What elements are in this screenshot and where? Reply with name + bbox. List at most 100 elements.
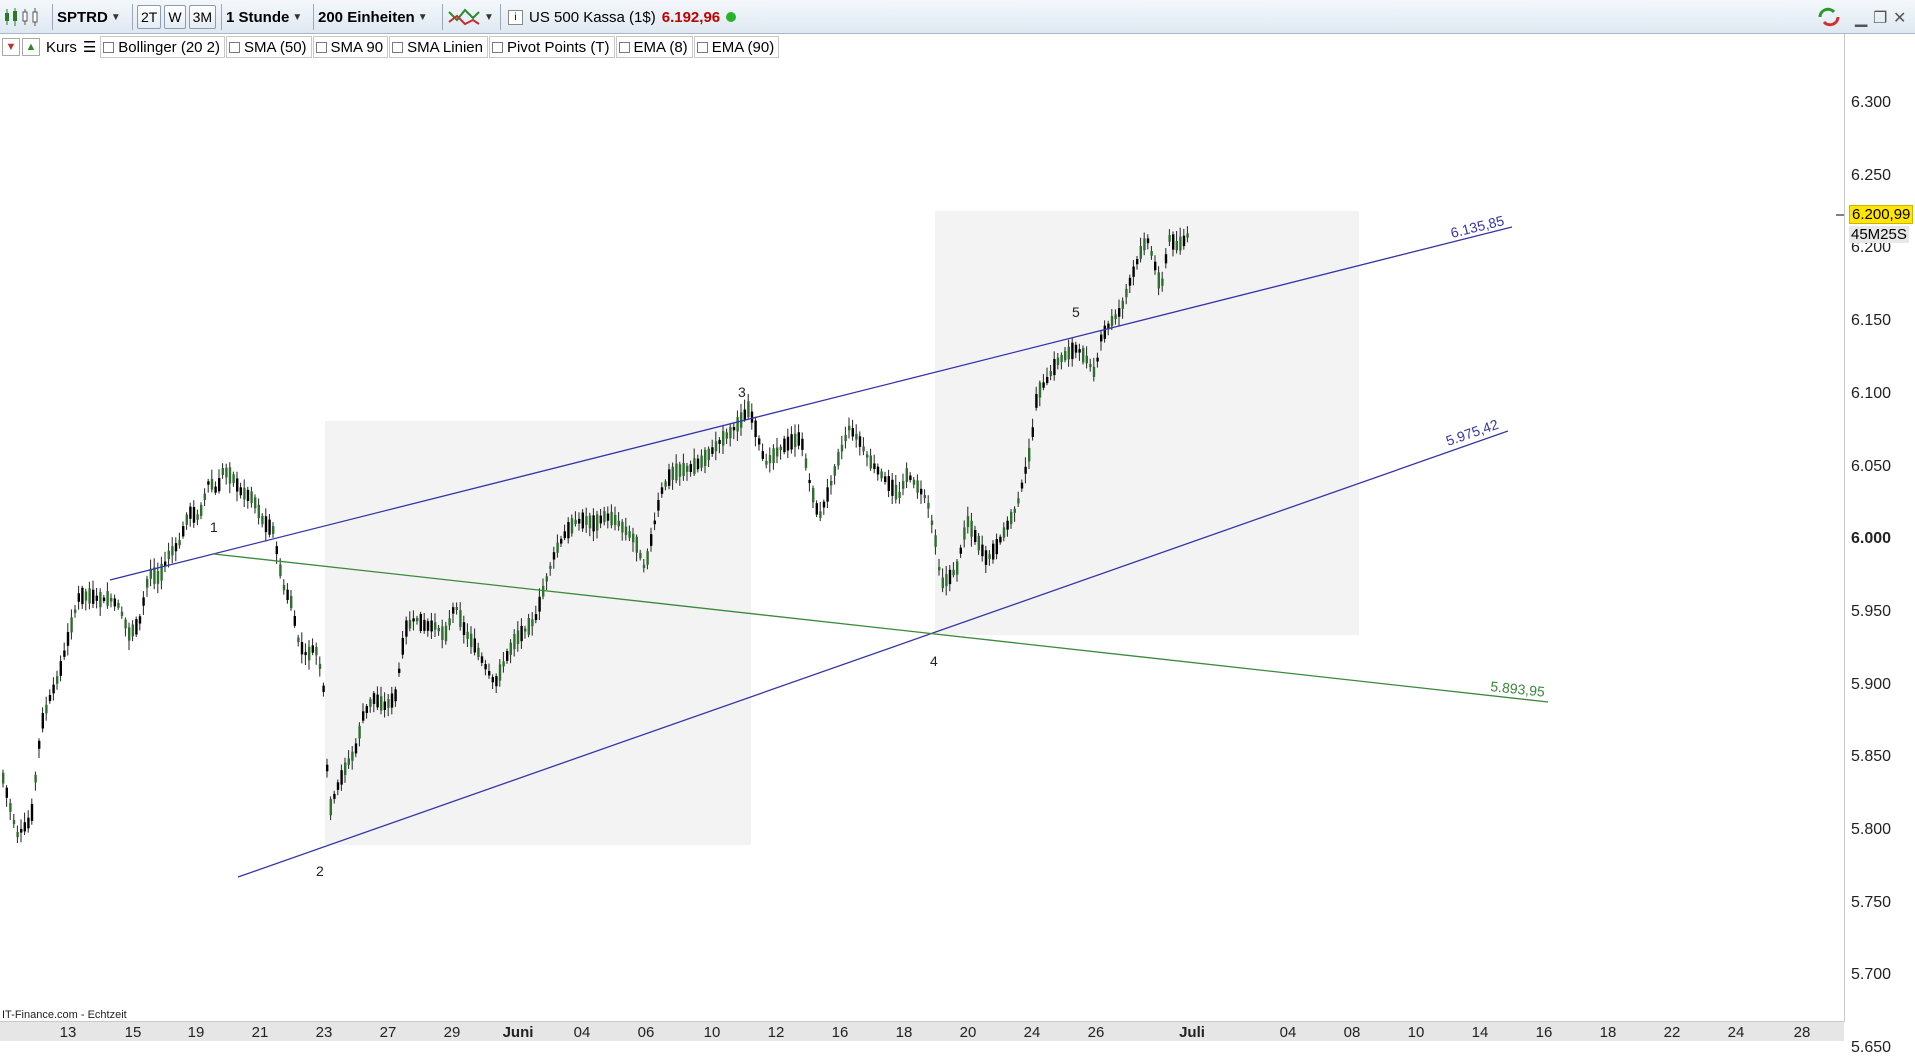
candle-body <box>466 631 469 639</box>
candle-body <box>88 588 91 604</box>
indicator-checkbox[interactable] <box>315 41 327 53</box>
arrow-down-icon[interactable]: ▼ <box>2 38 20 56</box>
candle-body <box>588 515 592 529</box>
candle-body <box>693 458 696 474</box>
candle-body <box>1082 348 1085 363</box>
candle-body <box>52 684 55 694</box>
candle-body <box>1121 300 1124 309</box>
candle-body <box>300 642 304 655</box>
time-tick-label: 19 <box>187 1024 205 1041</box>
candle-body <box>351 751 354 761</box>
indicator-checkbox[interactable] <box>491 41 503 53</box>
candle-body <box>934 535 937 547</box>
time-tick-label: 15 <box>124 1024 142 1041</box>
indicator-checkbox[interactable] <box>103 41 115 53</box>
chevron-down-icon: ▼ <box>292 11 303 23</box>
candle-body <box>1085 355 1088 364</box>
candle-body <box>387 699 390 708</box>
indicator-toggle[interactable]: Bollinger (20 2) <box>100 36 226 58</box>
candle-body <box>290 595 293 609</box>
indicator-toggle[interactable]: Pivot Points (T) <box>488 36 615 58</box>
candle-body <box>2 772 5 784</box>
indicator-checkbox[interactable] <box>696 41 708 53</box>
candle-body <box>189 506 192 519</box>
candle-body <box>38 740 41 749</box>
candlestick-icon[interactable] <box>3 5 41 29</box>
indicator-toggle[interactable]: EMA (8) <box>615 36 693 58</box>
arrow-up-icon[interactable]: ▲ <box>22 38 40 56</box>
candle-body <box>704 449 707 467</box>
candle-body <box>1132 266 1135 277</box>
indicator-checkbox[interactable] <box>229 41 241 53</box>
candle-body <box>952 569 955 576</box>
candle-body <box>56 676 59 684</box>
candle-body <box>74 609 77 613</box>
candle-body <box>700 455 703 468</box>
sync-icon[interactable] <box>1816 5 1842 34</box>
candle-body <box>966 516 970 528</box>
candle-body <box>257 504 260 519</box>
candle-body <box>556 542 559 553</box>
symbol-label: SPTRD <box>57 8 108 26</box>
indicator-toggle[interactable]: SMA 90 <box>312 36 389 58</box>
minimize-icon[interactable]: ▁ <box>1855 8 1867 28</box>
candle-body <box>23 822 26 832</box>
candle-body <box>232 474 235 484</box>
candle-body <box>776 447 779 457</box>
restore-icon[interactable]: ❐ <box>1873 8 1887 28</box>
price-tick-label: 6.250 <box>1851 166 1892 184</box>
candle-body <box>675 463 678 481</box>
candle-body <box>578 518 581 524</box>
candle-body <box>376 694 379 708</box>
candle-body <box>880 471 883 479</box>
candle-body <box>92 589 95 604</box>
indicator-toggle[interactable]: SMA (50) <box>226 36 312 58</box>
info-icon[interactable]: i <box>508 9 523 25</box>
candle-body <box>146 578 149 588</box>
price-chart[interactable]: 6.135,855.975,425.893,9512345IT-Finance.… <box>0 60 1844 1022</box>
candle-body <box>614 514 617 526</box>
candle-body <box>286 589 289 600</box>
list-icon[interactable]: ☰ <box>83 38 96 56</box>
candle-body <box>729 426 732 439</box>
candle-body <box>1110 316 1114 327</box>
candle-body <box>513 633 516 650</box>
candle-body <box>272 526 275 534</box>
indicator-checkbox[interactable] <box>392 41 404 53</box>
range-button-3m[interactable]: 3M <box>188 5 217 29</box>
candle-body <box>236 478 239 492</box>
candle-body <box>506 651 509 661</box>
candle-body <box>596 514 599 531</box>
candle-body <box>405 620 408 637</box>
candle-body <box>794 433 797 448</box>
candle-body <box>340 770 343 785</box>
candle-body <box>646 551 649 565</box>
candle-body <box>585 516 588 525</box>
candle-body <box>304 652 307 656</box>
chart-type-select[interactable]: ▼ <box>447 5 494 29</box>
symbol-select[interactable]: SPTRD ▼ <box>57 5 121 29</box>
candle-body <box>682 462 685 477</box>
indicator-checkbox[interactable] <box>618 41 630 53</box>
candle-body <box>815 503 818 515</box>
units-select[interactable]: 200 Einheiten ▼ <box>318 5 428 29</box>
range-button-2t[interactable]: 2T <box>137 5 162 29</box>
candle-body <box>362 711 365 721</box>
candle-body <box>1067 346 1070 360</box>
time-tick-label: 26 <box>1087 1024 1105 1041</box>
price-series-label[interactable]: Kurs <box>46 39 77 56</box>
candle-body <box>1035 394 1038 408</box>
candle-body <box>99 592 102 608</box>
indicator-toggle[interactable]: EMA (90) <box>693 36 780 58</box>
candle-body <box>725 432 728 439</box>
candle-body <box>329 799 332 816</box>
candle-body <box>873 463 876 470</box>
instrument-info: i US 500 Kassa (1$) 6.192,96 <box>508 5 737 29</box>
close-icon[interactable]: ✕ <box>1893 8 1906 28</box>
interval-select[interactable]: 1 Stunde ▼ <box>226 5 302 29</box>
candle-body <box>113 598 116 607</box>
range-button-w[interactable]: W <box>164 5 186 29</box>
candle-body <box>408 619 412 629</box>
indicator-toggle[interactable]: SMA Linien <box>389 36 488 58</box>
candle-body <box>426 621 430 631</box>
